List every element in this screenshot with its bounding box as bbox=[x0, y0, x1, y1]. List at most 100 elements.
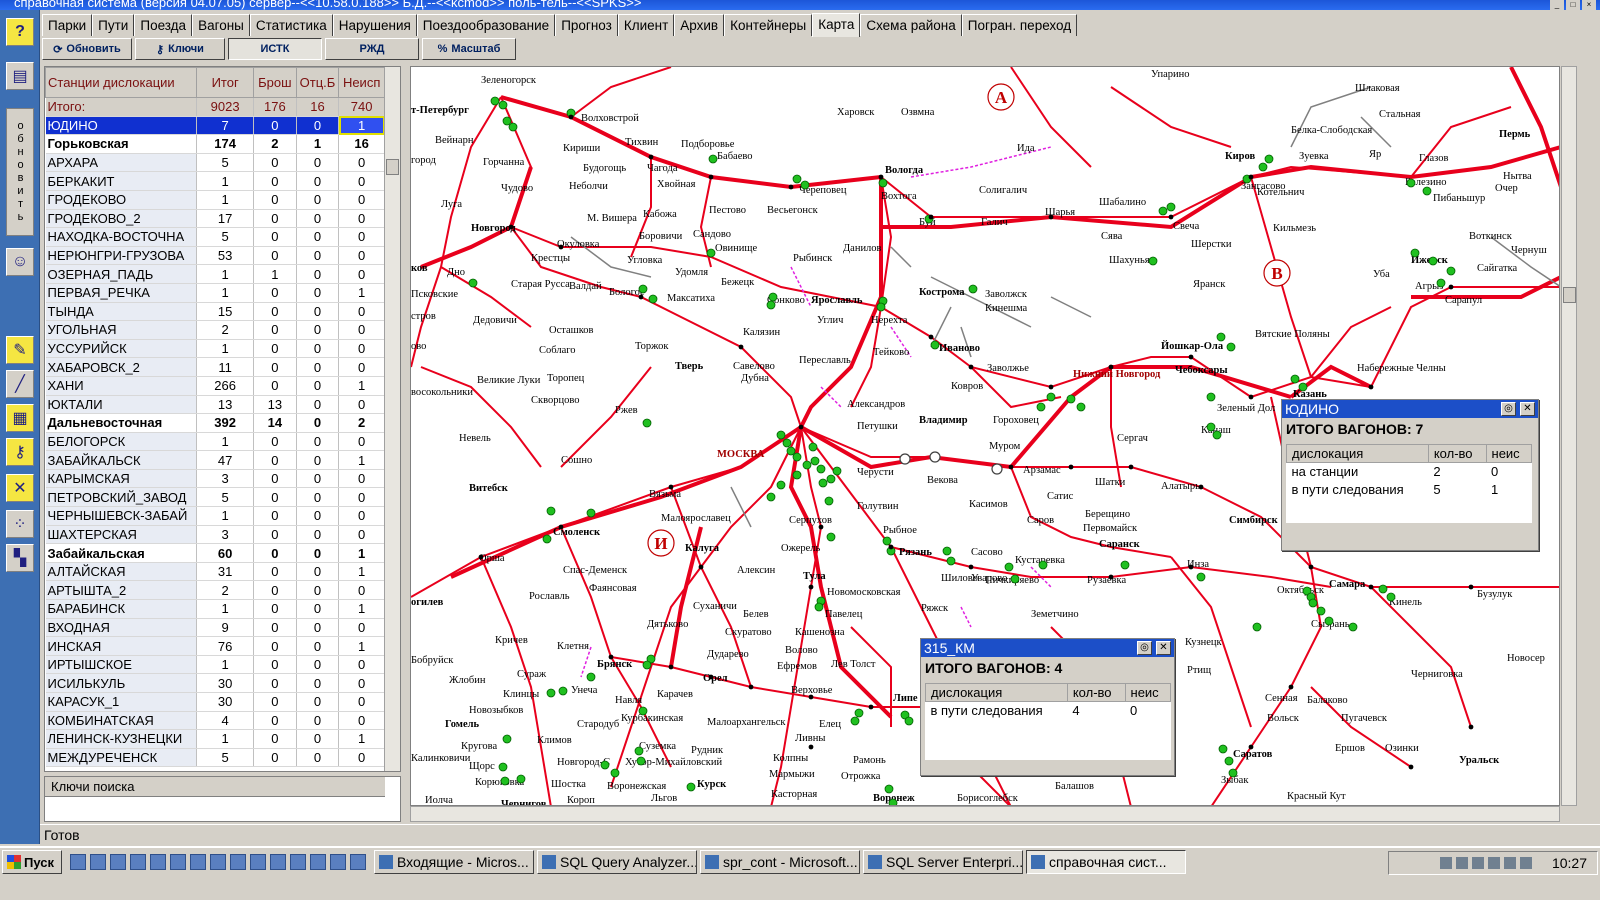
tab-10[interactable]: Контейнеры bbox=[724, 14, 813, 36]
quick-launch-icon[interactable] bbox=[230, 854, 246, 870]
station-marker[interactable] bbox=[816, 464, 826, 474]
station-marker[interactable] bbox=[636, 756, 646, 766]
map-vscroll-thumb[interactable] bbox=[1563, 287, 1576, 303]
table-row[interactable]: ЗАБАЙКАЛЬСК 47 0 0 1 bbox=[45, 450, 385, 470]
keys-button[interactable]: ⚷ Ключи bbox=[135, 38, 225, 60]
station-marker[interactable] bbox=[1148, 256, 1158, 266]
tab-3[interactable]: Вагоны bbox=[192, 14, 250, 36]
station-marker[interactable] bbox=[1004, 562, 1014, 572]
station-marker[interactable] bbox=[1258, 162, 1268, 172]
station-marker[interactable] bbox=[502, 116, 512, 126]
station-marker[interactable] bbox=[586, 508, 596, 518]
station-marker[interactable] bbox=[800, 180, 810, 190]
station-marker[interactable] bbox=[1378, 584, 1388, 594]
station-marker[interactable] bbox=[1316, 606, 1326, 616]
station-marker[interactable] bbox=[1036, 402, 1046, 412]
station-marker[interactable] bbox=[884, 784, 894, 794]
station-marker[interactable] bbox=[904, 716, 914, 726]
popup-close-button[interactable]: ✕ bbox=[1156, 641, 1171, 655]
taskbar-task-0[interactable]: Входящие - Micros... bbox=[374, 850, 534, 874]
station-marker[interactable] bbox=[1216, 332, 1226, 342]
table-row[interactable]: ЮКТАЛИ 13 13 0 0 bbox=[45, 395, 385, 415]
station-marker[interactable] bbox=[776, 430, 786, 440]
station-marker[interactable] bbox=[1120, 560, 1130, 570]
railway-group-row[interactable]: Дальневосточная 392 14 0 2 bbox=[45, 413, 385, 433]
table-row[interactable]: НЕРЮНГРИ-ГРУЗОВА 53 0 0 0 bbox=[45, 246, 385, 266]
station-marker[interactable] bbox=[1406, 178, 1416, 188]
tab-11[interactable]: Карта bbox=[812, 13, 861, 37]
station-marker[interactable] bbox=[500, 776, 510, 786]
tab-9[interactable]: Архив bbox=[674, 14, 725, 36]
quick-launch-icon[interactable] bbox=[350, 854, 366, 870]
station-marker[interactable] bbox=[1252, 622, 1262, 632]
station-marker[interactable] bbox=[968, 284, 978, 294]
quick-launch-icon[interactable] bbox=[250, 854, 266, 870]
station-marker[interactable] bbox=[832, 466, 842, 476]
quick-launch-icon[interactable] bbox=[70, 854, 86, 870]
station-marker[interactable] bbox=[930, 340, 940, 350]
train-button[interactable]: ▦ bbox=[6, 404, 34, 432]
station-marker[interactable] bbox=[498, 100, 508, 110]
table-row[interactable]: ТЫНДА 15 0 0 0 bbox=[45, 302, 385, 322]
station-marker[interactable] bbox=[1076, 402, 1086, 412]
popup-yudino-header[interactable]: ЮДИНО ◎ ✕ bbox=[1282, 400, 1538, 418]
station-marker[interactable] bbox=[706, 248, 716, 258]
tray-icon[interactable] bbox=[1471, 857, 1484, 869]
tab-8[interactable]: Клиент bbox=[617, 14, 675, 36]
station-marker[interactable] bbox=[792, 470, 802, 480]
map-horizontal-scrollbar[interactable] bbox=[410, 806, 1560, 822]
help-button[interactable]: ? bbox=[6, 18, 34, 46]
table-row[interactable]: ИСИЛЬКУЛЬ 30 0 0 0 bbox=[45, 673, 385, 693]
station-marker[interactable] bbox=[1348, 622, 1358, 632]
station-marker[interactable] bbox=[1290, 374, 1300, 384]
tab-13[interactable]: Погран. переход bbox=[961, 14, 1078, 36]
station-marker[interactable] bbox=[490, 96, 500, 106]
map-vertical-scrollbar[interactable] bbox=[1561, 66, 1577, 806]
rzhd-button[interactable]: РЖД bbox=[325, 38, 419, 60]
station-marker[interactable] bbox=[600, 760, 610, 770]
station-marker[interactable] bbox=[814, 602, 824, 612]
table-row[interactable]: ИРТЫШСКОЕ 1 0 0 0 bbox=[45, 655, 385, 675]
quick-launch-icon[interactable] bbox=[110, 854, 126, 870]
station-marker[interactable] bbox=[558, 686, 568, 696]
tab-5[interactable]: Нарушения bbox=[332, 14, 417, 36]
tab-6[interactable]: Поездообразование bbox=[416, 14, 556, 36]
table-row[interactable]: ИНСКАЯ 76 0 0 1 bbox=[45, 636, 385, 656]
table-row[interactable]: КОМБИНАТСКАЯ 4 0 0 0 bbox=[45, 711, 385, 731]
tab-7[interactable]: Прогноз bbox=[555, 14, 618, 36]
quick-launch-icon[interactable] bbox=[210, 854, 226, 870]
table-row[interactable]: КАРАСУК_1 30 0 0 0 bbox=[45, 692, 385, 712]
station-marker[interactable] bbox=[648, 294, 658, 304]
palette-button[interactable]: ▚ bbox=[6, 544, 34, 572]
dots-button[interactable]: ⁘ bbox=[6, 510, 34, 538]
station-marker[interactable] bbox=[498, 762, 508, 772]
table-row[interactable]: ВХОДНАЯ 9 0 0 0 bbox=[45, 618, 385, 638]
grid-scroll-thumb[interactable] bbox=[386, 159, 399, 175]
station-marker[interactable] bbox=[686, 782, 696, 792]
station-marker[interactable] bbox=[876, 302, 886, 312]
close-button[interactable]: × bbox=[1582, 0, 1596, 10]
station-marker[interactable] bbox=[708, 154, 718, 164]
station-marker[interactable] bbox=[818, 478, 828, 488]
table-row[interactable]: УГОЛЬНАЯ 2 0 0 0 bbox=[45, 320, 385, 340]
taskbar-task-3[interactable]: SQL Server Enterpri... bbox=[863, 850, 1023, 874]
table-row[interactable]: ПЕТРОВСКИЙ_ЗАВОД 5 0 0 0 bbox=[45, 487, 385, 508]
station-marker[interactable] bbox=[1046, 392, 1056, 402]
station-marker[interactable] bbox=[638, 284, 648, 294]
station-marker[interactable] bbox=[766, 300, 776, 310]
station-marker[interactable] bbox=[1298, 382, 1308, 392]
station-marker[interactable] bbox=[854, 708, 864, 718]
grid-scrollbar[interactable] bbox=[384, 67, 400, 771]
table-row[interactable]: ПЕРВАЯ_РЕЧКА 1 0 0 1 bbox=[45, 283, 385, 303]
taskbar-task-1[interactable]: SQL Query Analyzer... bbox=[537, 850, 697, 874]
station-marker[interactable] bbox=[1038, 560, 1048, 570]
station-marker[interactable] bbox=[502, 734, 512, 744]
station-marker[interactable] bbox=[586, 672, 596, 682]
station-marker[interactable] bbox=[516, 774, 526, 784]
tray-icon[interactable] bbox=[1519, 857, 1532, 869]
taskbar-task-4[interactable]: справочная сист... bbox=[1026, 850, 1186, 874]
popup-close-button[interactable]: ✕ bbox=[1520, 402, 1535, 416]
line-button[interactable]: ╱ bbox=[6, 370, 34, 398]
start-button[interactable]: Пуск bbox=[2, 850, 62, 874]
table-row[interactable]: КАРЫМСКАЯ 3 0 0 0 bbox=[45, 469, 385, 489]
